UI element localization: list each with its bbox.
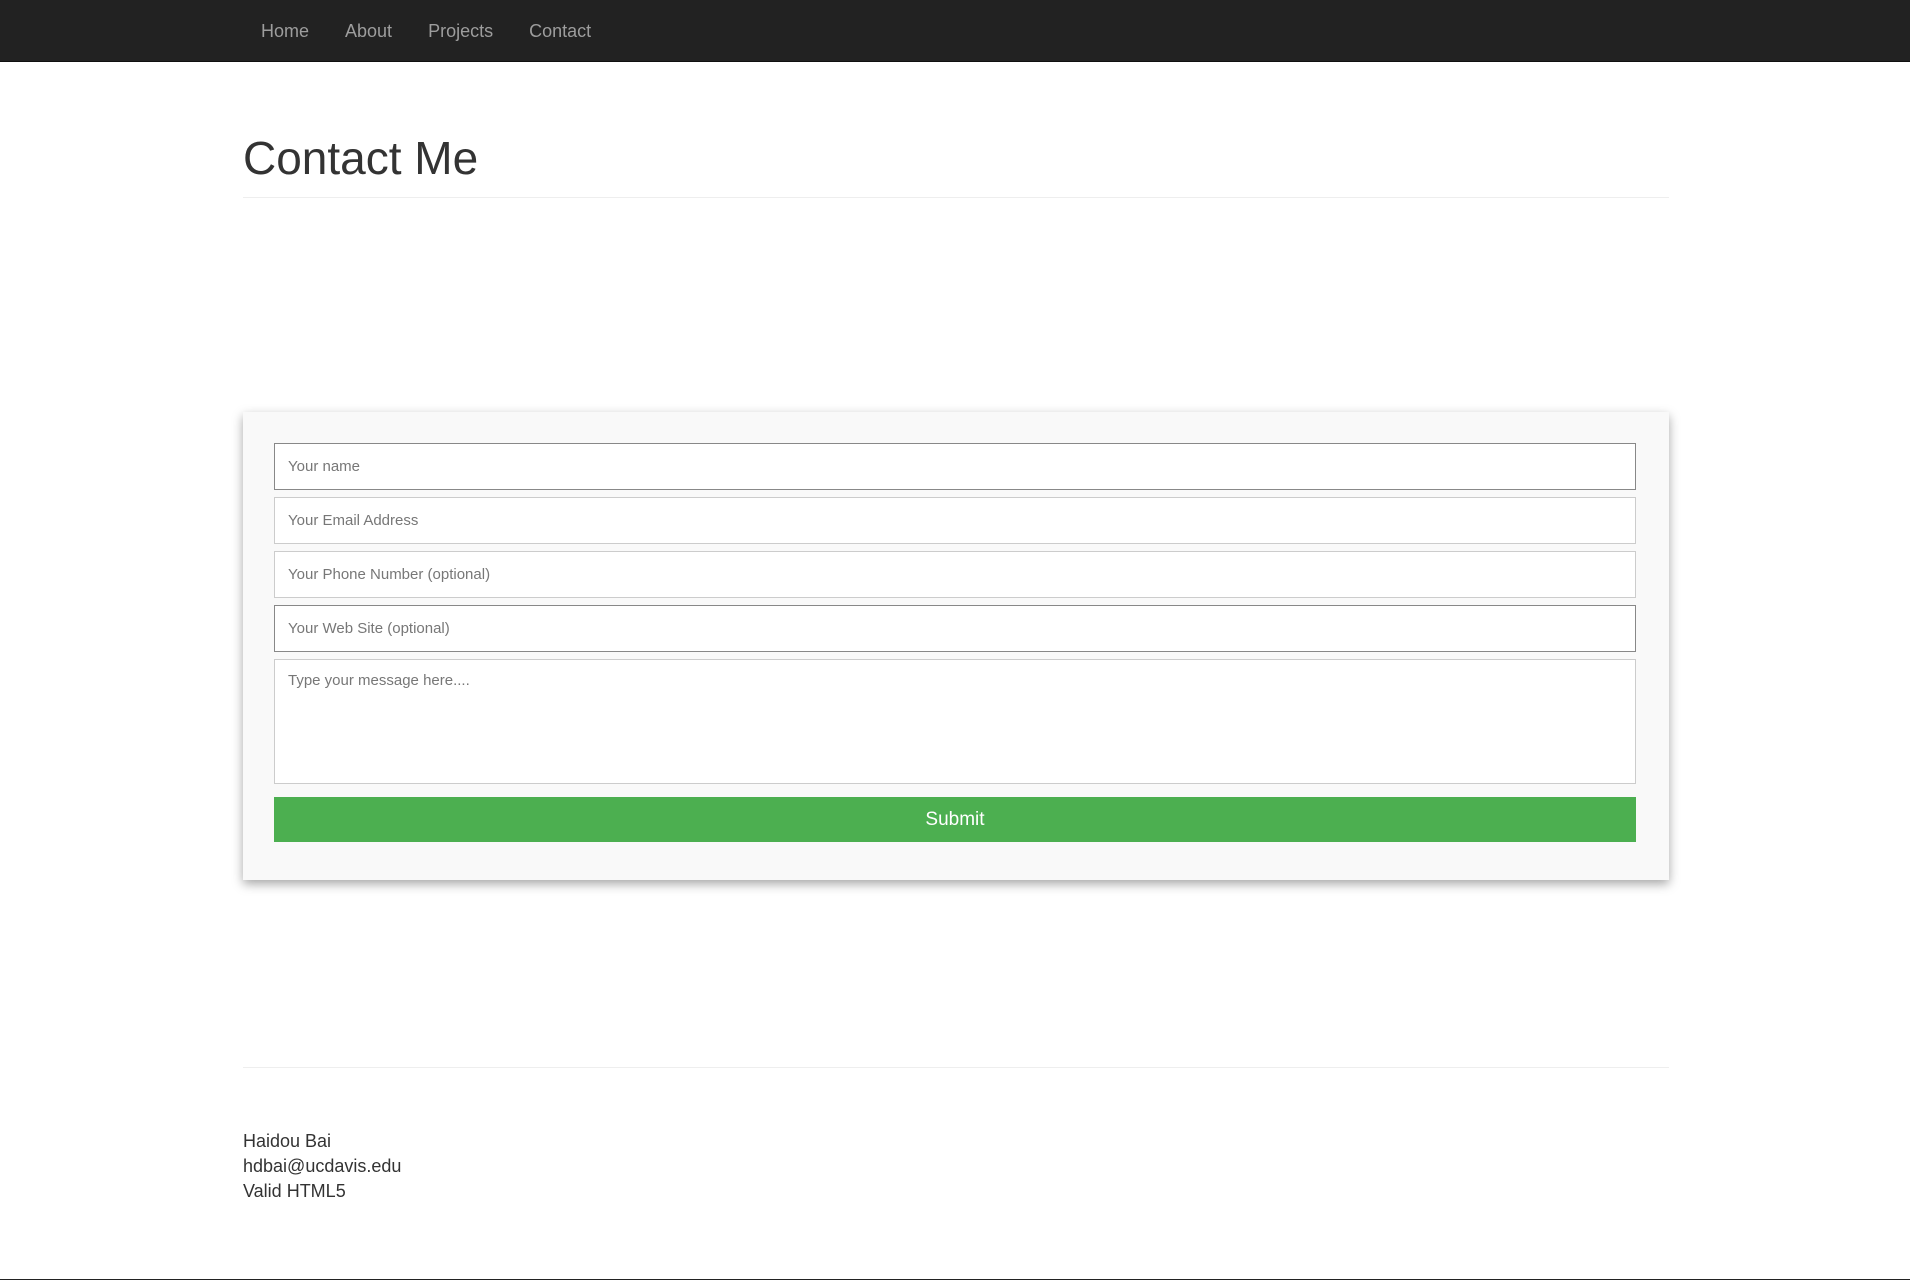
nav-link-projects[interactable]: Projects <box>410 0 511 62</box>
footer-email-line: hdbai@ucdavis.edu <box>243 1154 843 1179</box>
nav-item-about-wrap: About <box>327 0 410 62</box>
nav-item-home-wrap: Home <box>243 0 327 62</box>
nav-item-contact-wrap: Contact <box>511 0 609 62</box>
nav-list: Home About Projects Contact <box>243 0 609 62</box>
phone-input[interactable] <box>274 551 1636 598</box>
website-input[interactable] <box>274 605 1636 652</box>
nav-link-contact[interactable]: Contact <box>511 0 609 62</box>
page-title: Contact Me <box>243 132 479 184</box>
footer-validation-link[interactable]: Valid HTML5 <box>243 1181 346 1201</box>
message-textarea[interactable] <box>274 659 1636 784</box>
email-input[interactable] <box>274 497 1636 544</box>
submit-button[interactable]: Submit <box>274 797 1636 842</box>
page-footer: Haidou Bai hdbai@ucdavis.edu Valid HTML5 <box>243 1129 843 1204</box>
name-input[interactable] <box>274 443 1636 490</box>
page-header: Contact Me <box>243 128 1669 198</box>
footer-email-link[interactable]: hdbai@ucdavis.edu <box>243 1156 401 1176</box>
nav-link-home[interactable]: Home <box>243 0 327 62</box>
nav-item-projects-wrap: Projects <box>410 0 511 62</box>
footer-author-name: Haidou Bai <box>243 1131 332 1151</box>
footer-divider <box>243 1067 1669 1068</box>
contact-form: Submit <box>243 412 1669 880</box>
footer-validation-line: Valid HTML5 <box>243 1179 843 1204</box>
nav-link-about[interactable]: About <box>327 0 410 62</box>
top-navbar: Home About Projects Contact <box>0 0 1910 62</box>
